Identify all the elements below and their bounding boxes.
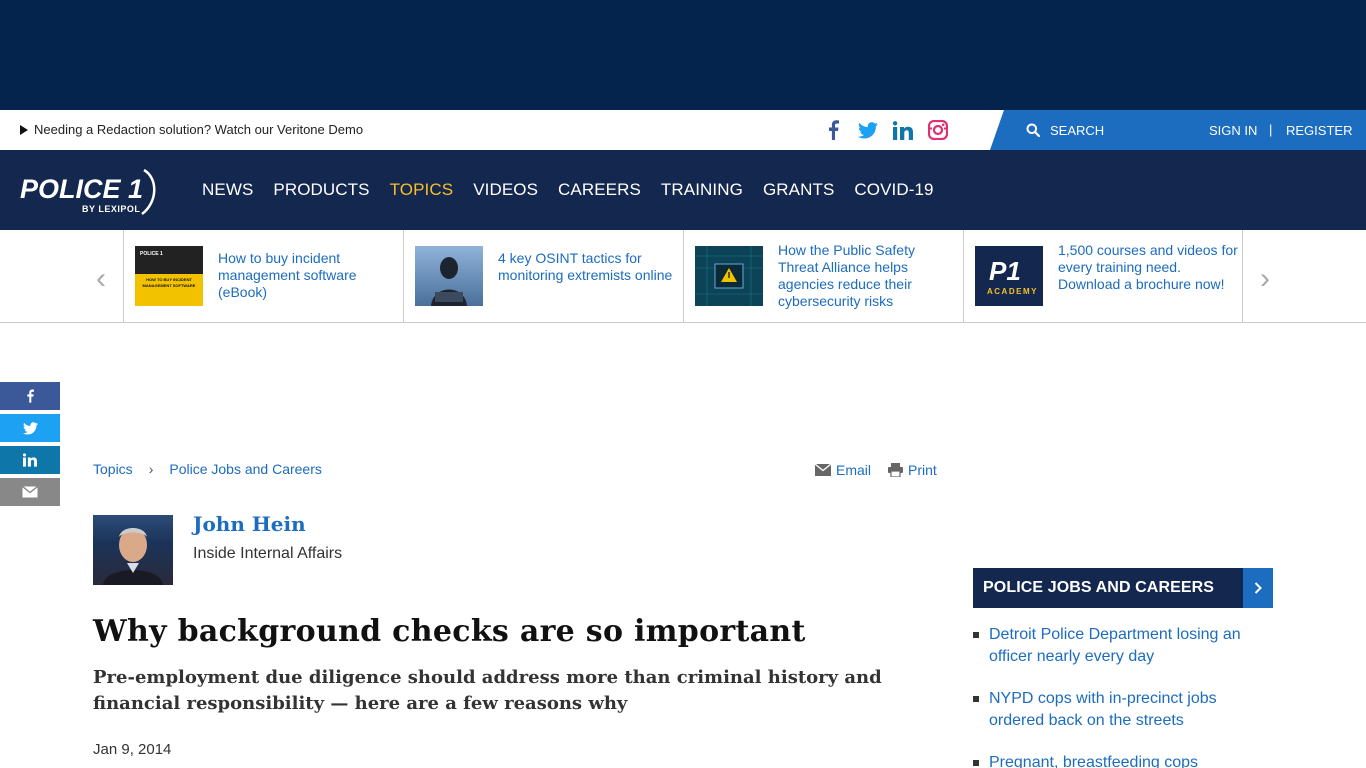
print-label: Print bbox=[908, 462, 937, 478]
carousel-item-title[interactable]: 1,500 courses and videos for every train… bbox=[1058, 242, 1238, 293]
envelope-icon bbox=[815, 464, 831, 476]
email-button[interactable]: Email bbox=[815, 462, 871, 478]
divider: | bbox=[1269, 122, 1273, 137]
share-rail bbox=[0, 382, 60, 510]
carousel-item[interactable]: POLICE 1 HOW TO BUY INCIDENT MANAGEMENT … bbox=[123, 230, 403, 322]
article-subhead: Pre-employment due diligence should addr… bbox=[93, 667, 882, 714]
search-icon[interactable] bbox=[1026, 123, 1041, 142]
promo-link[interactable]: Needing a Redaction solution? Watch our … bbox=[20, 122, 363, 137]
instagram-icon[interactable] bbox=[927, 118, 949, 142]
share-twitter-icon[interactable] bbox=[0, 414, 60, 442]
share-facebook-icon[interactable] bbox=[0, 382, 60, 410]
sidebar-item[interactable]: NYPD cops with in-precinct jobs ordered … bbox=[973, 688, 1273, 732]
carousel-item-title[interactable]: 4 key OSINT tactics for monitoring extre… bbox=[498, 250, 678, 284]
nav-covid-19[interactable]: COVID-19 bbox=[854, 180, 933, 200]
nav-products[interactable]: PRODUCTS bbox=[273, 180, 369, 200]
email-label: Email bbox=[836, 462, 872, 478]
logo-text: POLICE 1 bbox=[20, 174, 144, 204]
main-navbar: POLICE 1 BY LEXIPOL NEWS PRODUCTS TOPICS… bbox=[0, 150, 1366, 230]
nav-videos[interactable]: VIDEOS bbox=[473, 180, 538, 200]
academy-thumbnail: P1 ACADEMY bbox=[975, 246, 1043, 306]
nav-topics[interactable]: TOPICS bbox=[390, 180, 454, 200]
sidebar-heading[interactable]: POLICE JOBS AND CAREERS bbox=[973, 568, 1273, 608]
primary-nav: NEWS PRODUCTS TOPICS VIDEOS CAREERS TRAI… bbox=[202, 180, 954, 200]
nav-careers[interactable]: CAREERS bbox=[558, 180, 641, 200]
search-bar: SEARCH SIGN IN | REGISTER bbox=[990, 110, 1366, 150]
article-tools: Email Print bbox=[815, 462, 954, 478]
carousel-item[interactable]: How the Public Safety Threat Alliance he… bbox=[683, 230, 963, 322]
carousel-item[interactable]: 4 key OSINT tactics for monitoring extre… bbox=[403, 230, 683, 322]
article-headline: Why background checks are so important bbox=[93, 614, 806, 649]
breadcrumb-section[interactable]: Police Jobs and Careers bbox=[169, 461, 322, 477]
police1-logo[interactable]: POLICE 1 BY LEXIPOL bbox=[20, 168, 160, 216]
cyber-thumbnail bbox=[695, 246, 763, 306]
carousel-item[interactable]: P1 ACADEMY 1,500 courses and videos for … bbox=[963, 230, 1243, 322]
carousel-divider bbox=[1242, 230, 1243, 322]
search-label[interactable]: SEARCH bbox=[1050, 123, 1104, 138]
osint-thumbnail bbox=[415, 246, 483, 306]
carousel-prev-icon[interactable]: ‹ bbox=[91, 262, 111, 296]
print-button[interactable]: Print bbox=[888, 462, 937, 478]
featured-carousel: ‹ POLICE 1 HOW TO BUY INCIDENT MANAGEMEN… bbox=[0, 230, 1366, 323]
facebook-icon[interactable] bbox=[822, 118, 844, 142]
share-linkedin-icon[interactable] bbox=[0, 446, 60, 474]
sidebar-item[interactable]: Detroit Police Department losing an offi… bbox=[973, 624, 1273, 668]
author-avatar[interactable] bbox=[93, 515, 173, 585]
ebook-thumbnail: POLICE 1 HOW TO BUY INCIDENT MANAGEMENT … bbox=[135, 246, 203, 306]
linkedin-icon[interactable] bbox=[892, 118, 914, 142]
printer-icon bbox=[888, 463, 904, 477]
chevron-right-icon: › bbox=[148, 461, 154, 477]
ad-banner bbox=[0, 0, 1366, 110]
utility-bar: Needing a Redaction solution? Watch our … bbox=[0, 110, 1366, 150]
promo-text: Needing a Redaction solution? Watch our … bbox=[34, 122, 364, 137]
carousel-next-icon[interactable]: › bbox=[1255, 262, 1275, 296]
nav-training[interactable]: TRAINING bbox=[661, 180, 743, 200]
sidebar-item[interactable]: Pregnant, breastfeeding cops bbox=[973, 752, 1273, 768]
article-date: Jan 9, 2014 bbox=[93, 741, 172, 758]
carousel-item-title[interactable]: How to buy incident management software … bbox=[218, 250, 398, 301]
register-link[interactable]: REGISTER bbox=[1286, 123, 1352, 138]
author-column[interactable]: Inside Internal Affairs bbox=[193, 545, 342, 563]
author-name[interactable]: John Hein bbox=[193, 512, 306, 536]
chevron-right-icon[interactable] bbox=[1243, 568, 1273, 608]
sidebar-heading-label: POLICE JOBS AND CAREERS bbox=[983, 579, 1215, 596]
sidebar-list: Detroit Police Department losing an offi… bbox=[973, 624, 1273, 768]
social-links bbox=[822, 118, 949, 142]
play-icon bbox=[20, 124, 28, 135]
nav-news[interactable]: NEWS bbox=[202, 180, 253, 200]
logo-swoosh-icon bbox=[141, 168, 156, 215]
twitter-icon[interactable] bbox=[857, 118, 879, 142]
carousel-item-title[interactable]: How the Public Safety Threat Alliance he… bbox=[778, 242, 958, 310]
breadcrumb-topics[interactable]: Topics bbox=[93, 461, 133, 477]
breadcrumb: Topics › Police Jobs and Careers bbox=[93, 461, 322, 477]
share-email-icon[interactable] bbox=[0, 478, 60, 506]
nav-grants[interactable]: GRANTS bbox=[763, 180, 834, 200]
logo-subtext: BY LEXIPOL bbox=[82, 204, 141, 214]
sign-in-link[interactable]: SIGN IN bbox=[1209, 123, 1257, 138]
